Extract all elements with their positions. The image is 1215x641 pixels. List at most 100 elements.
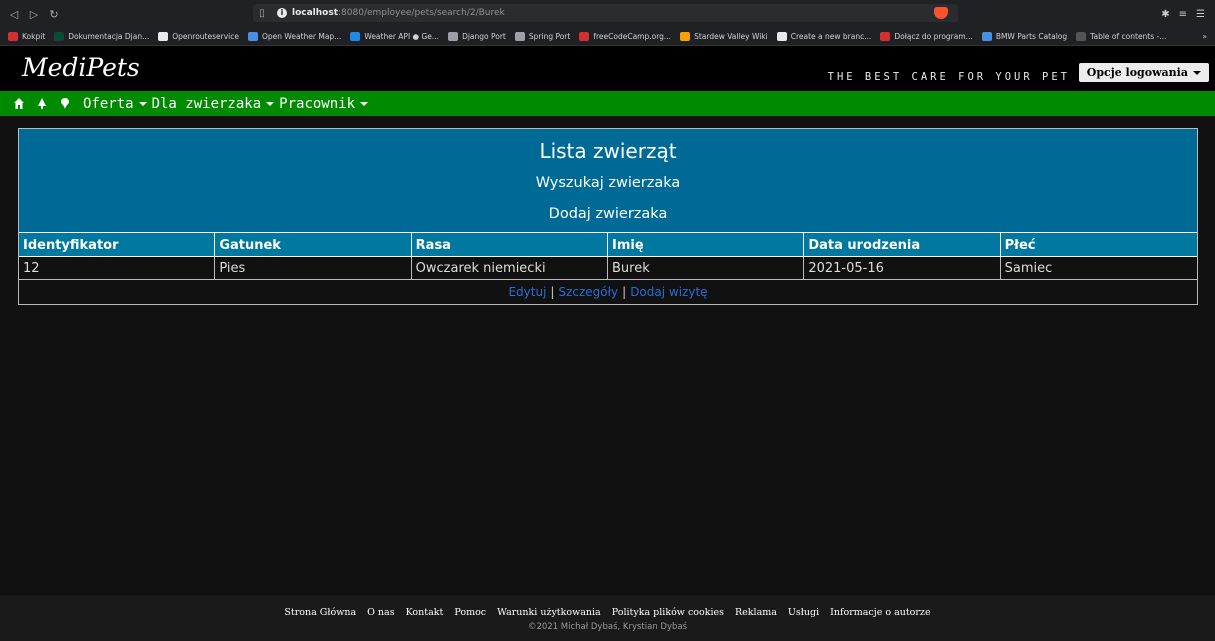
- table-header: Lista zwierząt Wyszukaj zwierzaka Dodaj …: [19, 129, 1197, 233]
- menu-icon[interactable]: ☰: [1196, 9, 1205, 20]
- column-header: Data urodzenia: [804, 233, 1001, 256]
- column-header: Rasa: [412, 233, 608, 256]
- nav-for-pet-label: Dla zwierzaka: [151, 95, 262, 112]
- search-pet-link[interactable]: Wyszukaj zwierzaka: [19, 175, 1197, 191]
- chevron-down-icon: [1193, 70, 1201, 75]
- copyright: ©2021 Michał Dybaś, Krystian Dybaś: [527, 622, 688, 632]
- bookmark-label: Kokpit: [22, 32, 46, 41]
- column-header: Identyfikator: [19, 233, 216, 256]
- nav-offer-label: Oferta: [83, 95, 134, 112]
- bookmark-label: Open Weather Map...: [261, 32, 342, 41]
- bookmark-item[interactable]: Django Port: [448, 32, 506, 41]
- bookmark-favicon-icon: [54, 32, 65, 41]
- bookmark-item[interactable]: BMW Parts Catalog: [981, 32, 1068, 41]
- nav-offer[interactable]: Oferta: [83, 96, 147, 112]
- bookmark-item[interactable]: Stardew Valley Wiki: [680, 32, 768, 41]
- bookmark-label: Openrouteservice: [172, 32, 239, 41]
- bookmark-item[interactable]: Dołącz do program...: [880, 32, 973, 41]
- bookmark-item[interactable]: Kokpit: [8, 32, 45, 41]
- bookmark-item[interactable]: Open Weather Map...: [247, 32, 342, 41]
- login-options-label: Opcje logowania: [1086, 66, 1188, 79]
- tree-icon[interactable]: [37, 98, 47, 109]
- extensions-icon[interactable]: ✱: [1161, 9, 1169, 20]
- details-link[interactable]: Szczegóły: [558, 285, 618, 299]
- column-header: Płeć: [1004, 238, 1036, 253]
- main-nav: Oferta Dla zwierzaka Pracownik: [0, 91, 1215, 116]
- footer-link-ads[interactable]: Reklama: [735, 607, 777, 618]
- bookmark-icon[interactable]: ▯: [255, 8, 269, 19]
- bookmark-item[interactable]: Weather API ● Ge...: [350, 32, 439, 41]
- playlist-icon[interactable]: ≡: [1179, 9, 1187, 20]
- site-tagline: THE BEST CARE FOR YOUR PET: [827, 71, 1070, 83]
- bookmark-favicon-icon: [880, 32, 891, 41]
- chevron-down-icon: [266, 101, 275, 106]
- footer-link-services[interactable]: Usługi: [788, 607, 819, 618]
- footer-link-help[interactable]: Pomoc: [454, 607, 486, 618]
- bookmark-item[interactable]: Table of contents -...: [1076, 32, 1166, 41]
- footer-links: Strona Główna O nas Kontakt Pomoc Warunk…: [0, 607, 1215, 618]
- bookmark-favicon-icon: [448, 32, 459, 41]
- table-cell: Pies: [215, 257, 412, 279]
- reload-icon[interactable]: ↻: [48, 8, 60, 21]
- bookmark-label: Dołącz do program...: [894, 32, 973, 41]
- column-header: Gatunek: [215, 233, 412, 256]
- bookmark-item[interactable]: Create a new branc...: [776, 32, 872, 41]
- url-host: localhost: [292, 8, 339, 18]
- bookmark-favicon-icon: [981, 32, 992, 41]
- bookmark-label: Create a new branc...: [790, 32, 872, 41]
- nav-for-pet[interactable]: Dla zwierzaka: [152, 96, 275, 112]
- site-info-icon[interactable]: i: [277, 8, 287, 18]
- login-options-button[interactable]: Opcje logowania: [1078, 63, 1209, 82]
- nav-employee[interactable]: Pracownik: [279, 95, 369, 112]
- table-cell: Owczarek niemiecki: [412, 257, 608, 279]
- bookmark-favicon-icon: [776, 32, 787, 41]
- table-cell: Samiec: [1004, 261, 1053, 276]
- more-bookmarks-icon[interactable]: »: [1202, 32, 1207, 41]
- bookmark-item[interactable]: Dokumentacja Djan...: [54, 32, 149, 41]
- brave-shield-icon[interactable]: [934, 7, 948, 19]
- page-title: Lista zwierząt: [539, 139, 677, 163]
- footer-link-about[interactable]: O nas: [367, 607, 394, 618]
- bookmark-item[interactable]: Spring Port: [514, 32, 570, 41]
- browser-nav-buttons: ◁ ▷ ↻: [8, 8, 60, 21]
- table-cell: 2021-05-16: [804, 257, 1001, 279]
- footer-link-terms[interactable]: Warunki użytkowania: [497, 607, 601, 618]
- site-header: MediPets THE BEST CARE FOR YOUR PET Opcj…: [0, 46, 1215, 91]
- bookmark-favicon-icon: [579, 32, 590, 41]
- forward-icon[interactable]: ▷: [28, 8, 40, 21]
- add-visit-link[interactable]: Dodaj wizytę: [630, 285, 707, 299]
- bookmark-favicon-icon: [350, 32, 361, 41]
- chevron-down-icon: [360, 101, 369, 106]
- address-bar[interactable]: ▯ i localhost:8080/employee/pets/search/…: [253, 4, 958, 22]
- bookmark-label: Dokumentacja Djan...: [68, 32, 150, 41]
- bookmark-favicon-icon: [158, 32, 169, 41]
- footer-link-home[interactable]: Strona Główna: [284, 607, 356, 618]
- footer-link-contact[interactable]: Kontakt: [406, 607, 444, 618]
- bookmark-label: BMW Parts Catalog: [995, 32, 1068, 41]
- pets-table: Lista zwierząt Wyszukaj zwierzaka Dodaj …: [18, 128, 1198, 305]
- edit-link[interactable]: Edytuj: [508, 285, 546, 299]
- site-logo[interactable]: MediPets: [22, 53, 140, 82]
- bookmark-label: freeCodeCamp.org...: [593, 32, 672, 41]
- footer-link-author[interactable]: Informacje o autorze: [830, 607, 930, 618]
- row-actions: Edytuj | Szczegóły | Dodaj wizytę: [19, 280, 1197, 304]
- table-row: 12 Pies Owczarek niemiecki Burek 2021-05…: [19, 257, 1197, 280]
- browser-toolbar: ◁ ▷ ↻ ▯ i localhost:8080/employee/pets/s…: [0, 0, 1215, 28]
- bookmark-favicon-icon: [514, 32, 525, 41]
- bookmark-item[interactable]: Openrouteservice: [158, 32, 239, 41]
- footer-link-cookies[interactable]: Polityka plików cookies: [612, 607, 724, 618]
- pin-icon[interactable]: [60, 98, 70, 109]
- browser-right-controls: ✱ ≡ ☰: [1161, 9, 1205, 20]
- home-icon[interactable]: [14, 98, 24, 109]
- column-header: Imię: [608, 233, 805, 256]
- table-cell: Burek: [608, 257, 805, 279]
- bookmark-item[interactable]: freeCodeCamp.org...: [579, 32, 671, 41]
- bookmark-label: Table of contents -...: [1090, 32, 1167, 41]
- bookmarks-bar: Kokpit Dokumentacja Djan... Openrouteservi…: [0, 28, 1215, 46]
- chevron-down-icon: [138, 101, 147, 106]
- nav-employee-label: Pracownik: [279, 95, 356, 112]
- add-pet-link[interactable]: Dodaj zwierzaka: [19, 206, 1197, 222]
- separator: |: [622, 285, 627, 299]
- table-cell: 12: [19, 257, 216, 279]
- back-icon[interactable]: ◁: [8, 8, 20, 21]
